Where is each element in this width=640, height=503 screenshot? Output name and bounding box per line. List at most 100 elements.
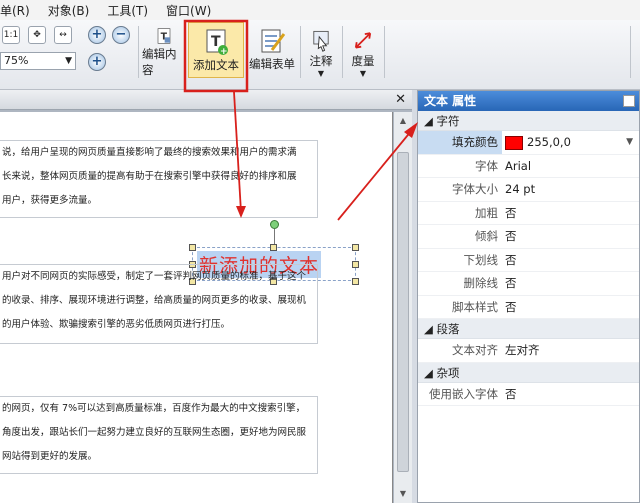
toolbar-divider (342, 26, 343, 78)
property-row[interactable]: 字体大小 24 pt (418, 178, 639, 202)
properties-header: 文本 属性 (418, 91, 639, 111)
menu-item-window[interactable]: 窗口(W) (166, 2, 211, 19)
scroll-up-icon[interactable]: ▲ (396, 114, 410, 128)
property-row[interactable]: 倾斜否 (418, 225, 639, 249)
zoom-out-icon[interactable]: − (112, 26, 130, 44)
zoom-select[interactable]: 75% ▼ (0, 52, 76, 70)
paragraph-line: 的用户体验、欺骗搜索引擎的恶劣低质网页进行打压。 (2, 319, 231, 330)
resize-handle[interactable] (352, 244, 359, 251)
resize-handle[interactable] (352, 261, 359, 268)
chevron-down-icon: ▼ (65, 56, 72, 66)
resize-handle[interactable] (352, 278, 359, 285)
section-header[interactable]: ◢ 字符 (418, 111, 639, 131)
property-value[interactable]: 否 (502, 249, 639, 272)
resize-handle[interactable] (270, 244, 277, 251)
property-value[interactable]: 255,0,0 ▼ (502, 131, 639, 154)
edit-content-button[interactable]: T 编辑内容 (142, 22, 186, 78)
fit-page-icon[interactable]: ✥ (28, 26, 46, 44)
edit-content-icon: T (157, 28, 171, 44)
measure-label: 度量 (351, 54, 375, 68)
annotate-label: 注释 (309, 54, 333, 68)
rotation-handle[interactable] (270, 220, 279, 229)
document-area: ✕ 说，给用户呈现的网页质量直接影响了最终的搜索效果和用户的需求满 长来说，整体… (0, 90, 412, 503)
resize-handle[interactable] (189, 244, 196, 251)
menu-item-tools[interactable]: 工具(T) (107, 2, 148, 19)
section-title: 段落 (436, 322, 460, 336)
menu-bar: 单(R) 对象(B) 工具(T) 窗口(W) (0, 0, 640, 20)
property-row[interactable]: 下划线否 (418, 249, 639, 272)
property-value[interactable]: 24 pt (502, 178, 639, 201)
zoom-value: 75% (4, 54, 29, 67)
property-key: 文本对齐 (452, 343, 498, 357)
chevron-down-icon[interactable]: ▼ (626, 131, 633, 154)
paragraph[interactable]: 用户对不同网页的实际感受，制定了一套评判网页质量的标准，基于这个 的收录、排序、… (0, 264, 318, 344)
measure-button[interactable]: 度量 ▼ (346, 22, 380, 78)
property-key: 脚本样式 (452, 299, 498, 314)
menu-item-object[interactable]: 对象(B) (48, 2, 90, 19)
add-icon[interactable]: + (88, 53, 106, 71)
property-value[interactable]: 否 (502, 272, 639, 295)
edit-form-label: 编辑表单 (249, 57, 295, 71)
toolbar-divider (138, 26, 139, 78)
property-value[interactable]: Arial (502, 155, 639, 178)
property-key: 字体大小 (452, 182, 498, 196)
paragraph-line: 的收录、排序、展现环境进行调整，给高质量的网页更多的收录、展现机 (2, 295, 307, 306)
property-value[interactable]: 左对齐 (502, 339, 639, 362)
property-key: 删除线 (463, 276, 499, 290)
property-value[interactable]: 否 (502, 383, 639, 406)
chevron-down-icon: ▼ (359, 69, 367, 78)
property-row-fill-color[interactable]: 填充颜色 255,0,0 ▼ (418, 131, 639, 155)
property-value[interactable]: 否 (502, 225, 639, 248)
edit-form-icon (261, 29, 286, 53)
panel-close-icon[interactable] (623, 95, 635, 107)
annotate-button[interactable]: 注释 ▼ (304, 22, 338, 78)
property-key: 倾斜 (475, 229, 498, 243)
color-swatch (505, 135, 523, 150)
property-row[interactable]: 字体 Arial (418, 155, 639, 178)
property-key: 填充颜色 (418, 131, 502, 154)
menu-item-form[interactable]: 单(R) (0, 2, 30, 19)
section-title: 字符 (436, 114, 460, 128)
property-key: 字体 (475, 158, 498, 173)
scrollbar-thumb[interactable] (397, 152, 409, 472)
property-value[interactable]: 否 (502, 296, 639, 319)
paragraph[interactable]: 的网页，仅有 7%可以达到高质量标准，百度作为最大的中文搜索引擎， 角度出发，跟… (0, 396, 318, 474)
toolbar-divider (300, 26, 301, 78)
paragraph[interactable]: 说，给用户呈现的网页质量直接影响了最终的搜索效果和用户的需求满 长来说，整体网页… (0, 140, 318, 218)
svg-text:+: + (220, 47, 228, 57)
close-icon[interactable]: ✕ (395, 92, 406, 107)
section-header[interactable]: ◢ 段落 (418, 319, 639, 339)
property-row[interactable]: 脚本样式否 (418, 296, 639, 319)
edit-form-button[interactable]: 编辑表单 (246, 22, 298, 78)
property-row[interactable]: 加粗否 (418, 202, 639, 225)
paragraph-line: 角度出发，跟站长们一起努力建立良好的互联网生态圈，更好地为网民服 (2, 427, 307, 438)
paragraph-line: 说，给用户呈现的网页质量直接影响了最终的搜索效果和用户的需求满 (2, 147, 297, 158)
property-value-text: 255,0,0 (527, 135, 571, 149)
document-page[interactable]: 说，给用户呈现的网页质量直接影响了最终的搜索效果和用户的需求满 长来说，整体网页… (0, 112, 393, 503)
paragraph-line: 的网页，仅有 7%可以达到高质量标准，百度作为最大的中文搜索引擎， (2, 403, 306, 414)
property-row[interactable]: 使用嵌入字体否 (418, 383, 639, 406)
section-title: 杂项 (436, 365, 460, 380)
zoom-in-icon[interactable]: + (88, 26, 106, 44)
scroll-down-icon[interactable]: ▼ (396, 487, 410, 501)
annotate-icon (313, 30, 329, 52)
property-key: 下划线 (463, 252, 499, 267)
property-key: 使用嵌入字体 (429, 386, 498, 401)
paragraph-line: 长来说，整体网页质量的提高有助于在搜索引擎中获得良好的排序和展 (2, 171, 297, 182)
chevron-down-icon: ▼ (317, 69, 325, 78)
section-header[interactable]: ◢ 杂项 (418, 362, 639, 383)
add-text-icon: T + (206, 29, 228, 57)
paragraph-line: 网站得到更好的发展。 (2, 451, 98, 462)
property-row[interactable]: 文本对齐 左对齐 (418, 339, 639, 363)
toolbar-divider (384, 26, 385, 78)
property-value[interactable]: 否 (502, 202, 639, 225)
properties-title: 文本 属性 (424, 94, 477, 108)
property-row[interactable]: 删除线否 (418, 272, 639, 296)
add-text-label: 添加文本 (193, 58, 239, 72)
vertical-scrollbar[interactable]: ▲ ▼ (394, 112, 412, 503)
paragraph-line: 用户对不同网页的实际感受，制定了一套评判网页质量的标准，基于这个 (2, 271, 307, 282)
actual-size-icon[interactable]: 1:1 (2, 26, 20, 44)
document-tab-bar: ✕ (0, 90, 412, 110)
fit-width-icon[interactable]: ↔ (54, 26, 72, 44)
add-text-button[interactable]: T + 添加文本 (188, 22, 244, 78)
